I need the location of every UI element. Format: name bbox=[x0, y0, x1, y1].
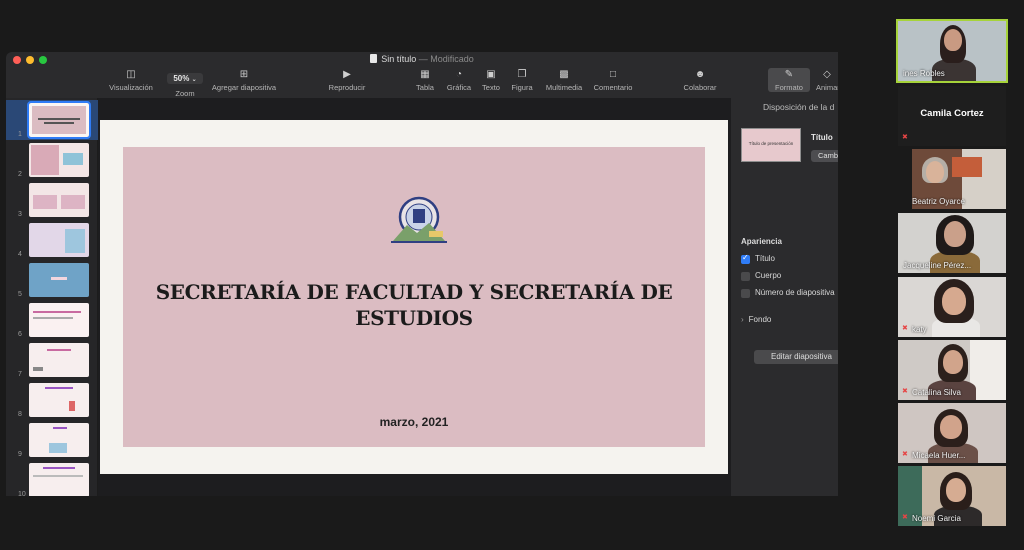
image-icon: ▩ bbox=[559, 69, 569, 80]
participant-name: Micaela Huer... bbox=[912, 451, 966, 460]
comment-button[interactable]: □ Comentario bbox=[592, 68, 634, 93]
participant-face bbox=[942, 287, 966, 315]
participant-tile-2[interactable]: Camila Cortez ✖ bbox=[898, 86, 1006, 146]
participant-tile-4[interactable]: Jacqueline Pérez... bbox=[898, 213, 1006, 273]
participant-face bbox=[944, 221, 966, 247]
title-checkbox[interactable] bbox=[741, 253, 750, 264]
slide-thumb-2[interactable]: 2 bbox=[6, 140, 98, 180]
format-button[interactable]: ✎ Formato bbox=[768, 68, 810, 92]
participant-name: ines Robles bbox=[903, 69, 945, 78]
window-title: Sin título — Modificado bbox=[6, 54, 838, 64]
document-title: Sin título bbox=[381, 54, 417, 64]
edit-master-slide-button[interactable]: Editar diapositiva bbox=[754, 350, 838, 364]
shape-button[interactable]: ❐ Figura bbox=[510, 68, 534, 93]
participant-tile-3[interactable]: ✖ Beatriz Oyarce bbox=[912, 149, 1006, 209]
slide-thumb-4[interactable]: 4 bbox=[6, 220, 98, 260]
animate-button[interactable]: ◇ Animar bbox=[816, 68, 838, 93]
slide-thumb-5[interactable]: 5 bbox=[6, 260, 98, 300]
modified-status: — Modificado bbox=[418, 54, 474, 64]
zoom-select[interactable]: 50% ⌄ bbox=[167, 73, 203, 84]
participant-name: katy bbox=[912, 325, 927, 334]
participant-name: Catalina Silva bbox=[912, 388, 961, 397]
add-slide-button[interactable]: ⊞ Agregar diapositiva bbox=[208, 68, 280, 93]
muted-mic-icon: ✖ bbox=[902, 325, 908, 332]
participant-tile-6[interactable]: ✖ Catalina Silva bbox=[898, 340, 1006, 400]
title-bar: Sin título — Modificado bbox=[6, 52, 838, 68]
university-seal-logo bbox=[391, 196, 447, 243]
inspector-header: Disposición de la d bbox=[763, 102, 835, 112]
participant-name: Jacqueline Pérez... bbox=[903, 261, 972, 270]
participant-name: Noemi Garcia bbox=[912, 514, 961, 523]
view-button[interactable]: ◫ Visualización bbox=[106, 68, 156, 93]
shape-icon: ❐ bbox=[517, 69, 527, 80]
slide[interactable]: SECRETARÍA DE FACULTAD Y SECRETARÍA DE E… bbox=[100, 120, 728, 474]
participant-face bbox=[946, 478, 966, 502]
background-disclosure[interactable]: › Fondo bbox=[741, 315, 771, 324]
participant-tile-8[interactable]: ✖ Noemi Garcia bbox=[898, 466, 1006, 526]
collaborate-icon: ☻ bbox=[694, 69, 706, 80]
layout-thumbnail[interactable]: Título de presentación bbox=[741, 128, 801, 162]
slide-thumb-7[interactable]: 7 bbox=[6, 340, 98, 380]
slide-number-checkbox[interactable] bbox=[741, 289, 750, 298]
participant-name: Camila Cortez bbox=[920, 108, 984, 119]
slide-thumb-1[interactable]: 1 bbox=[6, 100, 98, 140]
participant-face bbox=[940, 415, 962, 439]
appearance-heading: Apariencia bbox=[741, 237, 782, 246]
collaborate-button[interactable]: ☻ Colaborar bbox=[682, 68, 718, 93]
toolbar: ◫ Visualización 50% ⌄ Zoom ⊞ Agregar dia… bbox=[98, 68, 838, 98]
animate-icon: ◇ bbox=[823, 69, 831, 80]
slide-background-panel: SECRETARÍA DE FACULTAD Y SECRETARÍA DE E… bbox=[123, 147, 705, 447]
slide-thumb-10[interactable]: 10 bbox=[6, 460, 98, 496]
text-box-icon: ▣ bbox=[486, 69, 496, 80]
slide-canvas[interactable]: SECRETARÍA DE FACULTAD Y SECRETARÍA DE E… bbox=[98, 98, 730, 496]
muted-mic-icon: ✖ bbox=[902, 388, 908, 395]
format-inspector: Disposición de la d Título de presentaci… bbox=[730, 98, 838, 496]
change-layout-button[interactable]: Camb bbox=[811, 150, 838, 162]
body-checkbox[interactable] bbox=[741, 272, 750, 281]
slide-thumb-8[interactable]: 8 bbox=[6, 380, 98, 420]
chart-icon: ◔ bbox=[455, 69, 463, 80]
play-icon: ▶ bbox=[343, 69, 351, 80]
slide-thumb-9[interactable]: 9 bbox=[6, 420, 98, 460]
media-button[interactable]: ▩ Multimedia bbox=[544, 68, 584, 93]
keynote-window: Sin título — Modificado ◫ Visualización … bbox=[6, 52, 838, 496]
slide-navigator: 1 2 3 4 5 6 7 8 9 10 bbox=[6, 98, 98, 496]
sidebar-icon: ◫ bbox=[126, 69, 136, 80]
slide-thumb-3[interactable]: 3 bbox=[6, 180, 98, 220]
play-button[interactable]: ▶ Reproducir bbox=[324, 68, 370, 93]
comment-icon: □ bbox=[609, 69, 617, 80]
participant-face bbox=[944, 29, 962, 51]
participants-panel: ines Robles Camila Cortez ✖ ✖ Beatriz Oy… bbox=[896, 0, 1024, 550]
participant-tile-7[interactable]: ✖ Micaela Huer... bbox=[898, 403, 1006, 463]
table-button[interactable]: ▦ Tabla bbox=[414, 68, 436, 93]
participant-name: Beatriz Oyarce bbox=[912, 197, 965, 206]
muted-mic-icon: ✖ bbox=[902, 134, 908, 141]
muted-mic-icon: ✖ bbox=[902, 451, 908, 458]
participant-tile-1[interactable]: ines Robles bbox=[896, 19, 1008, 83]
participant-face bbox=[926, 161, 944, 183]
slide-date[interactable]: marzo, 2021 bbox=[123, 415, 705, 429]
table-icon: ▦ bbox=[420, 69, 430, 80]
chevron-down-icon: ⌄ bbox=[191, 77, 197, 83]
slide-thumb-6[interactable]: 6 bbox=[6, 300, 98, 340]
slide-title[interactable]: SECRETARÍA DE FACULTAD Y SECRETARÍA DE E… bbox=[143, 279, 685, 331]
participant-face bbox=[943, 350, 963, 374]
zoom-control[interactable]: 50% ⌄ Zoom bbox=[164, 68, 206, 98]
layout-name: Título bbox=[811, 133, 833, 142]
chevron-right-icon: › bbox=[741, 315, 744, 324]
text-button[interactable]: ▣ Texto bbox=[480, 68, 502, 93]
paintbrush-icon: ✎ bbox=[784, 69, 794, 80]
add-slide-icon: ⊞ bbox=[239, 69, 249, 80]
participant-tile-5[interactable]: ✖ katy bbox=[898, 277, 1006, 337]
muted-mic-icon: ✖ bbox=[902, 514, 908, 521]
screen: Sin título — Modificado ◫ Visualización … bbox=[0, 0, 1024, 550]
document-icon bbox=[370, 54, 378, 63]
chart-button[interactable]: ◔ Gráfica bbox=[446, 68, 472, 93]
